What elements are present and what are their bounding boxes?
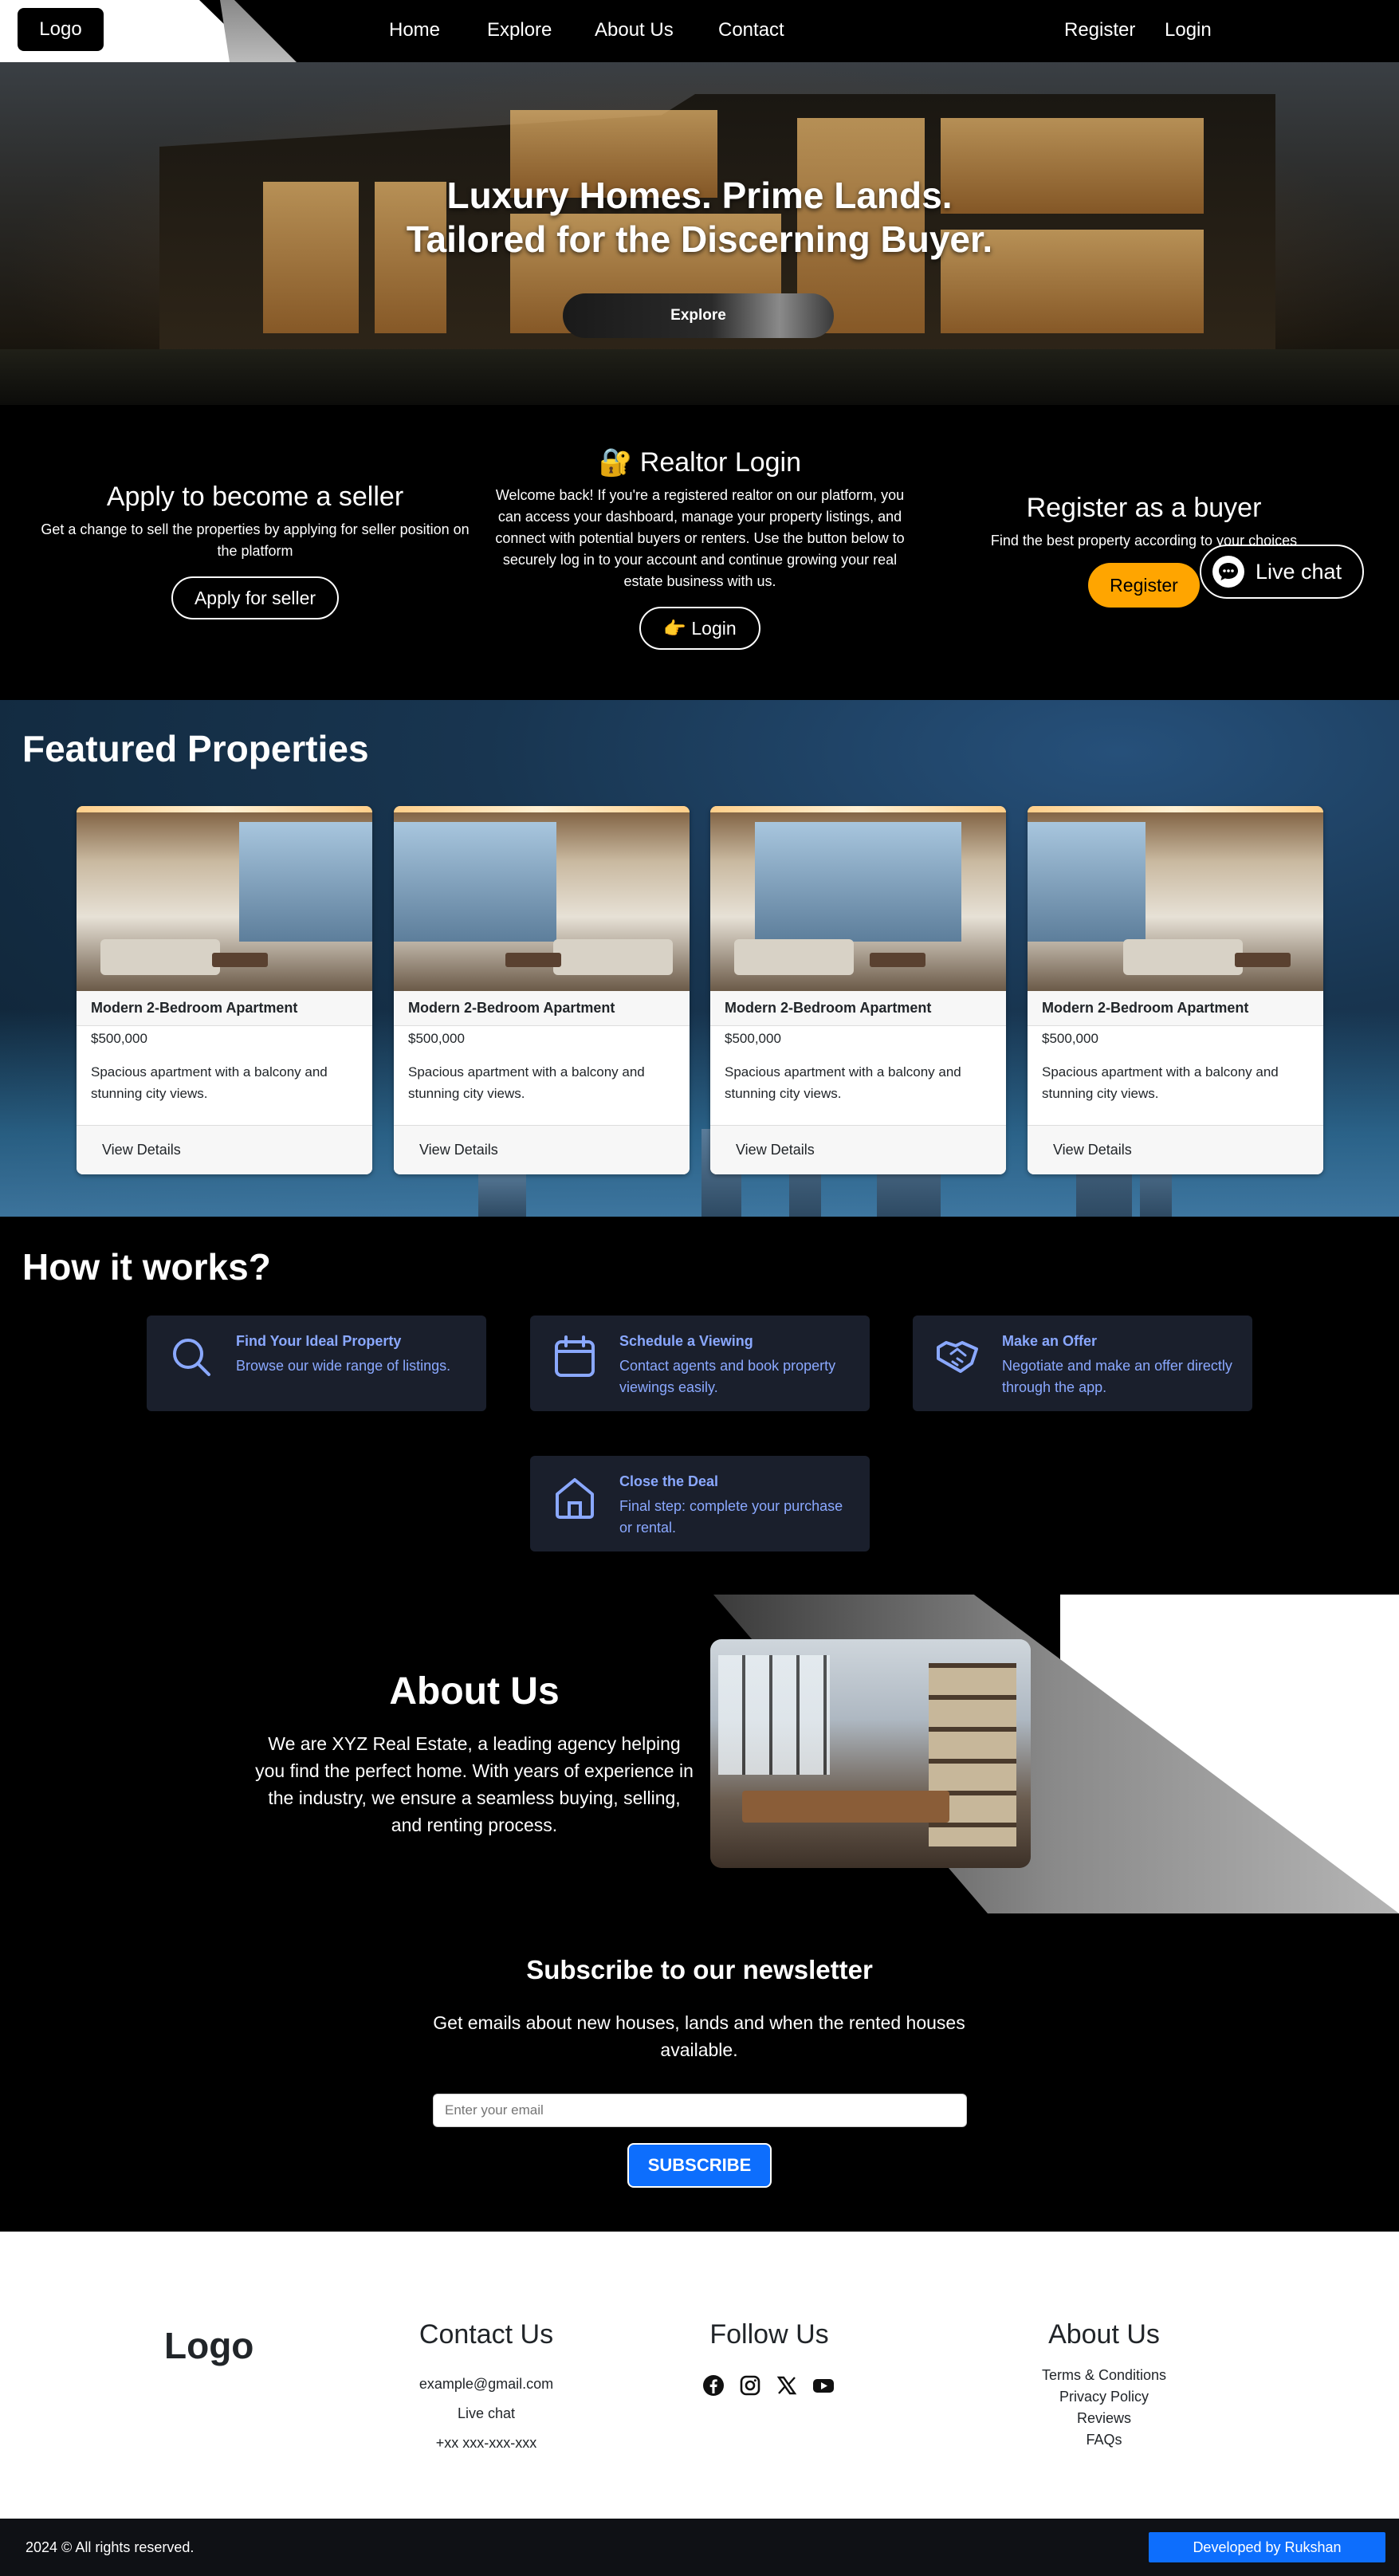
navbar: Logo Home Explore About Us Contact Regis… [0,0,1399,62]
about-office-image [710,1639,1031,1868]
property-image [77,806,372,991]
view-details-button[interactable]: View Details [77,1125,372,1174]
chat-icon [1212,556,1244,588]
email-input[interactable] [433,2094,967,2127]
property-card: Modern 2-Bedroom Apartment $500,000 Spac… [1028,806,1323,1174]
how-it-works-section: How it works? Find Your Ideal Property B… [0,1217,1399,1595]
property-title: Modern 2-Bedroom Apartment [77,991,372,1026]
property-price: $500,000 [725,1031,781,1046]
seller-title: Apply to become a seller [106,482,404,512]
property-image [710,806,1006,991]
subscribe-button[interactable]: SUBSCRIBE [627,2143,772,2188]
contact-email[interactable]: example@gmail.com [383,2370,590,2399]
reviews-link[interactable]: Reviews [1000,2408,1208,2429]
seller-text: Get a change to sell the properties by a… [41,521,470,559]
contact-title: Contact Us [419,2319,554,2350]
newsletter-section: Subscribe to our newsletter Get emails a… [0,1913,1399,2232]
search-icon [173,1339,210,1376]
nav-decor-stripe [220,0,297,62]
apply-seller-button[interactable]: Apply for seller [171,576,339,619]
bottom-bar: 2024 © All rights reserved. Developed by… [0,2519,1399,2576]
property-price: $500,000 [1042,1031,1098,1046]
step-card: Schedule a Viewing Contact agents and bo… [530,1316,870,1411]
logo-button[interactable]: Logo [18,8,104,51]
nav-login[interactable]: Login [1165,19,1212,41]
faqs-link[interactable]: FAQs [1000,2429,1208,2451]
house-icon [556,1478,594,1519]
hero-title-line1: Luxury Homes. Prime Lands. [446,175,953,216]
nav-explore[interactable]: Explore [487,19,552,41]
step-title: Find Your Ideal Property [236,1333,402,1349]
hero-section: Luxury Homes. Prime Lands. Tailored for … [0,62,1399,405]
step-title: Close the Deal [619,1473,719,1489]
nav-home[interactable]: Home [389,19,440,41]
instagram-icon[interactable] [738,2373,762,2397]
live-chat-label: Live chat [1256,559,1342,584]
copyright-text: 2024 © All rights reserved. [26,2539,195,2555]
realtor-text: Welcome back! If you're a registered rea… [495,487,905,589]
contact-live-chat[interactable]: Live chat [383,2399,590,2429]
footer-contact: Contact Us example@gmail.com Live chat +… [383,2319,590,2458]
seller-block: Apply to become a seller Get a change to… [37,482,474,619]
developer-credit-button[interactable]: Developed by Rukshan [1149,2532,1385,2562]
about-title: About Us [389,1670,560,1713]
social-links [701,2373,835,2397]
property-card: Modern 2-Bedroom Apartment $500,000 Spac… [710,806,1006,1174]
property-title: Modern 2-Bedroom Apartment [1028,991,1323,1026]
follow-title: Follow Us [709,2319,829,2350]
view-details-button[interactable]: View Details [394,1125,690,1174]
newsletter-title: Subscribe to our newsletter [526,1955,873,1984]
register-buyer-button[interactable]: Register [1088,563,1200,608]
nav-about-us[interactable]: About Us [595,19,674,41]
youtube-icon[interactable] [811,2373,835,2397]
step-description: Contact agents and book property viewing… [619,1358,836,1395]
property-card: Modern 2-Bedroom Apartment $500,000 Spac… [394,806,690,1174]
x-icon[interactable] [775,2373,799,2397]
footer-logo: Logo [164,2325,254,2366]
explore-button[interactable]: Explore [563,293,834,338]
nav-register[interactable]: Register [1064,19,1135,41]
footer-about: About Us Terms & Conditions Privacy Poli… [1000,2319,1208,2451]
live-chat-button[interactable]: Live chat [1200,545,1364,599]
footer-about-title: About Us [1048,2319,1160,2350]
nav-contact[interactable]: Contact [718,19,784,41]
hero-title-line2: Tailored for the Discerning Buyer. [406,218,993,260]
property-card: Modern 2-Bedroom Apartment $500,000 Spac… [77,806,372,1174]
how-title: How it works? [22,1246,271,1288]
realtor-block: 🔐 Realtor Login Welcome back! If you're … [485,446,915,650]
step-card: Close the Deal Final step: complete your… [530,1456,870,1551]
property-image [394,806,690,991]
contact-phone: +xx xxx-xxx-xxx [435,2435,537,2451]
footer: Logo Contact Us example@gmail.com Live c… [0,2232,1399,2519]
step-description: Browse our wide range of listings. [236,1358,451,1374]
view-details-button[interactable]: View Details [1028,1125,1323,1174]
property-title: Modern 2-Bedroom Apartment [710,991,1006,1026]
step-title: Make an Offer [1002,1333,1098,1349]
view-details-button[interactable]: View Details [710,1125,1006,1174]
about-text: We are XYZ Real Estate, a leading agency… [255,1733,694,1835]
property-price: $500,000 [91,1031,147,1046]
facebook-icon[interactable] [701,2373,725,2397]
step-title: Schedule a Viewing [619,1333,753,1349]
cta-section: Apply to become a seller Get a change to… [0,405,1399,700]
property-title: Modern 2-Bedroom Apartment [394,991,690,1026]
handshake-icon [937,1341,978,1373]
terms-link[interactable]: Terms & Conditions [1000,2365,1208,2386]
step-description: Negotiate and make an offer directly thr… [1002,1358,1232,1395]
step-card: Find Your Ideal Property Browse our wide… [147,1316,486,1411]
featured-title: Featured Properties [22,728,369,769]
step-card: Make an Offer Negotiate and make an offe… [913,1316,1252,1411]
privacy-link[interactable]: Privacy Policy [1000,2386,1208,2408]
newsletter-text: Get emails about new houses, lands and w… [433,2012,965,2060]
buyer-title: Register as a buyer [1026,493,1262,523]
calendar-icon [555,1335,595,1377]
step-description: Final step: complete your purchase or re… [619,1498,843,1536]
property-image [1028,806,1323,991]
realtor-login-button[interactable]: 👉 Login [639,607,760,650]
property-price: $500,000 [408,1031,465,1046]
footer-follow: Follow Us [670,2319,869,2350]
realtor-title: 🔐 Realtor Login [598,447,802,478]
about-section: About Us We are XYZ Real Estate, a leadi… [0,1595,1399,1913]
